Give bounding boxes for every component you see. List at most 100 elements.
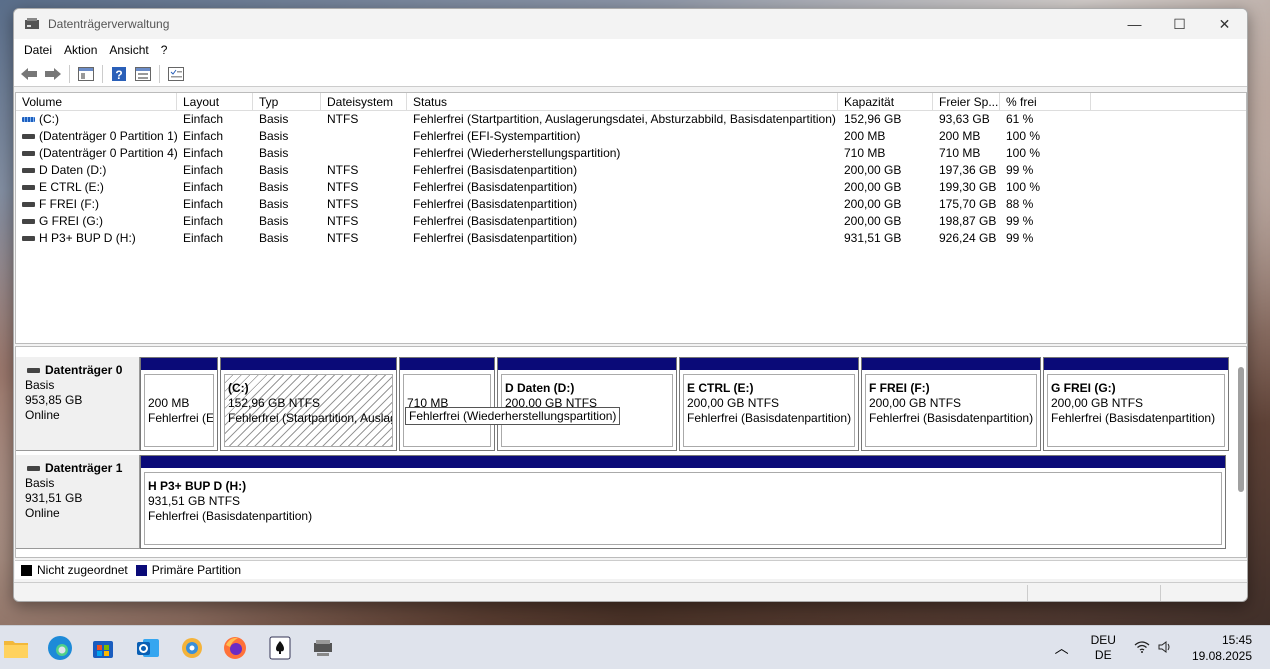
menu-help[interactable]: ?: [155, 43, 174, 57]
maximize-button[interactable]: ☐: [1157, 9, 1202, 39]
outlook-icon[interactable]: [134, 634, 162, 662]
solitaire-icon[interactable]: [266, 634, 294, 662]
help-icon[interactable]: ?: [108, 63, 130, 85]
partition-block[interactable]: E CTRL (E:) 200,00 GB NTFS Fehlerfrei (Bas…: [679, 357, 859, 451]
volume-row[interactable]: H P3+ BUP D (H:) Einfach Basis NTFS Fehlerfr…: [16, 230, 1246, 247]
volume-cell-name: H P3+ BUP D (H:): [16, 230, 177, 247]
partition-type-bar: [862, 358, 1040, 371]
cell-text: 200 MB: [939, 129, 981, 143]
chevron-up-icon[interactable]: ︿: [1055, 638, 1069, 658]
column-header[interactable]: Layout: [177, 93, 253, 110]
cell-text: (C:): [39, 112, 59, 126]
volume-cell-pct: 100 %: [1000, 145, 1091, 162]
volume-row[interactable]: E CTRL (E:) Einfach Basis NTFS Fehlerfrei (B…: [16, 179, 1246, 196]
partition-block[interactable]: H P3+ BUP D (H:) 931,51 GB NTFS Fehlerfrei…: [140, 455, 1226, 549]
clock[interactable]: 15:45 19.08.2025: [1192, 632, 1252, 664]
partition-type-bar: [680, 358, 858, 371]
volume-cell-capacity: 200,00 GB: [838, 162, 933, 179]
volume-cell-pct: 61 %: [1000, 111, 1091, 128]
partition-body: (C:) 152,96 GB NTFS Fehlerfrei (Startparti…: [224, 374, 393, 447]
cell-text: Einfach: [183, 197, 224, 211]
volume-icon: [22, 202, 35, 208]
partition-type-bar: [221, 358, 396, 371]
minimize-button[interactable]: —: [1112, 9, 1157, 39]
partition-type-bar: [141, 358, 217, 371]
clock-time: 15:45: [1221, 633, 1252, 647]
column-header[interactable]: Volume: [16, 93, 177, 110]
volume-cell-type: Basis: [253, 196, 321, 213]
volume-row[interactable]: G FREI (G:) Einfach Basis NTFS Fehlerfrei (B…: [16, 213, 1246, 230]
disk-management-taskbar-icon[interactable]: [309, 634, 337, 662]
partition-block[interactable]: 710 MB: [399, 357, 495, 451]
volume-row[interactable]: (Datenträger 0 Partition 1) Einfach Basis F…: [16, 128, 1246, 145]
edge-browser-icon[interactable]: [46, 634, 74, 662]
cell-text: Fehlerfrei (Basisdatenpartition): [413, 214, 578, 228]
properties-icon[interactable]: [132, 63, 154, 85]
close-button[interactable]: ✕: [1202, 9, 1247, 39]
volume-row[interactable]: D Daten (D:) Einfach Basis NTFS Fehlerfrei (…: [16, 162, 1246, 179]
volume-cell-layout: Einfach: [177, 196, 253, 213]
disk-label[interactable]: Datenträger 1 Basis 931,51 GB Online: [16, 455, 140, 549]
cell-text: Basis: [259, 231, 289, 245]
volume-cell-status: Fehlerfrei (Basisdatenpartition): [407, 230, 838, 247]
cell-text: Basis: [259, 180, 289, 194]
partition-block[interactable]: G FREI (G:) 200,00 GB NTFS Fehlerfrei (Bas…: [1043, 357, 1229, 451]
volume-row[interactable]: F FREI (F:) Einfach Basis NTFS Fehlerfrei (B…: [16, 196, 1246, 213]
column-header[interactable]: Status: [407, 93, 838, 110]
file-explorer-icon[interactable]: [2, 634, 30, 662]
cell-text: NTFS: [327, 180, 359, 194]
volume-cell-free: 93,63 GB: [933, 111, 1000, 128]
volume-cell-fs: NTFS: [321, 162, 407, 179]
partition-type-bar: [141, 456, 1225, 469]
disk-state: Online: [25, 408, 60, 422]
legend-primary: Primäre Partition: [151, 563, 242, 577]
cell-text: Fehlerfrei (Wiederherstellungspartition): [413, 146, 621, 160]
checklist-icon[interactable]: [165, 63, 187, 85]
volume-cell-capacity: 200 MB: [838, 128, 933, 145]
cell-text: NTFS: [327, 214, 359, 228]
vertical-scrollbar[interactable]: [1238, 367, 1244, 492]
unallocated-swatch: [21, 564, 32, 576]
language-code: DEU: [1090, 633, 1116, 647]
back-arrow-icon[interactable]: [18, 63, 40, 85]
volume-cell-name: E CTRL (E:): [16, 179, 177, 196]
firefox-icon[interactable]: [221, 634, 249, 662]
cell-text: 931,51 GB: [844, 231, 902, 245]
menu-datei[interactable]: Datei: [18, 43, 58, 57]
forward-arrow-icon[interactable]: [42, 63, 64, 85]
volume-cell-fs: NTFS: [321, 230, 407, 247]
cell-text: 710 MB: [939, 146, 981, 160]
volume-row[interactable]: (Datenträger 0 Partition 4) Einfach Basis F…: [16, 145, 1246, 162]
volume-cell-pct: 88 %: [1000, 196, 1091, 213]
disk-label[interactable]: Datenträger 0 Basis 953,85 GB Online: [16, 357, 140, 451]
volume-icon: [22, 236, 35, 242]
partition-block[interactable]: 200 MB Fehlerfrei (E: [140, 357, 218, 451]
console-tree-icon[interactable]: [75, 63, 97, 85]
partition-title: (C:): [228, 381, 249, 395]
partition-block[interactable]: F FREI (F:) 200,00 GB NTFS Fehlerfrei (Bas…: [861, 357, 1041, 451]
speaker-icon[interactable]: [1158, 640, 1172, 656]
volume-cell-free: 197,36 GB: [933, 162, 1000, 179]
volume-cell-status: Fehlerfrei (Basisdatenpartition): [407, 179, 838, 196]
taskbar: ︿ DEU DE 15:45 19.08.2025: [0, 625, 1270, 669]
volume-cell-name: (C:): [16, 111, 177, 128]
column-header[interactable]: Kapazität: [838, 93, 933, 110]
partition-block[interactable]: (C:) 152,96 GB NTFS Fehlerfrei (Startparti…: [220, 357, 397, 451]
menu-ansicht[interactable]: Ansicht: [103, 43, 154, 57]
settings-gear-icon[interactable]: [178, 634, 206, 662]
column-header[interactable]: % frei: [1000, 93, 1091, 110]
volume-cell-status: Fehlerfrei (Basisdatenpartition): [407, 162, 838, 179]
partition-body: F FREI (F:) 200,00 GB NTFS Fehlerfrei (Bas…: [865, 374, 1037, 447]
partition-block[interactable]: D Daten (D:)200,00 GB NTFSpartition): [497, 357, 677, 451]
language-indicator[interactable]: DEU DE: [1091, 633, 1116, 663]
menu-aktion[interactable]: Aktion: [58, 43, 103, 57]
disk-icon: [27, 466, 40, 472]
volume-cell-layout: Einfach: [177, 179, 253, 196]
wifi-icon[interactable]: [1134, 640, 1150, 656]
column-header[interactable]: Freier Sp...: [933, 93, 1000, 110]
volume-row[interactable]: (C:) Einfach Basis NTFS Fehlerfrei (Startpar…: [16, 111, 1246, 128]
column-header[interactable]: Typ: [253, 93, 321, 110]
cell-text: NTFS: [327, 231, 359, 245]
store-icon[interactable]: [89, 634, 117, 662]
column-header[interactable]: Dateisystem: [321, 93, 407, 110]
